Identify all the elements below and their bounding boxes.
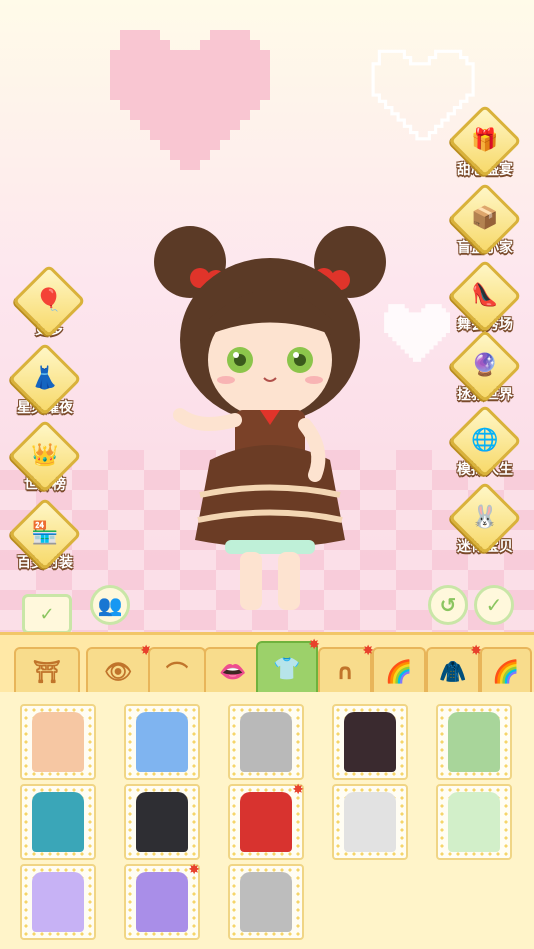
tab-background[interactable]: ⛩ — [14, 647, 80, 695]
category-tab-bar: ⛩ 👁 ✸ ⌒ 👄 👕 ✸ ∩ ✸ 🌈 🧥 ✸ 🌈 — [0, 632, 534, 695]
eye-tab-icon: 👁 — [104, 659, 132, 685]
shop-icon: 🏪 — [31, 521, 59, 546]
side-button-sweet-feast[interactable]: 🎁 甜心盛宴 — [446, 104, 524, 185]
cake-box-icon: 🎁 — [471, 128, 499, 153]
side-button-save-world[interactable]: 🔮 拯救世界 — [446, 329, 524, 410]
outfit-card[interactable] — [124, 704, 200, 780]
chevron-down-icon: ✓ — [39, 603, 55, 625]
tab-color[interactable]: 🌈 — [480, 647, 532, 695]
outfit-thumbnail — [136, 872, 188, 932]
tab-coat[interactable]: 🧥 ✸ — [426, 643, 482, 695]
outfit-card[interactable] — [228, 864, 304, 940]
outfit-card[interactable] — [20, 704, 96, 780]
color-tab-icon: 🌈 — [492, 659, 520, 685]
hair-color-tab-icon: 🌈 — [385, 659, 413, 685]
pixel-heart-decoration — [110, 30, 270, 170]
lips-tab-icon: 👄 — [219, 659, 247, 685]
outfit-thumbnail — [136, 712, 188, 772]
tab-hair[interactable]: ∩ ✸ — [318, 643, 374, 695]
side-button-ball-show[interactable]: 👠 舞会秀场 — [446, 259, 524, 340]
outfit-thumbnail — [32, 712, 84, 772]
outfit-card[interactable] — [332, 784, 408, 860]
outfit-card[interactable] — [436, 784, 512, 860]
balloons-icon: 🎈 — [35, 288, 63, 313]
friends-icon: 👥 — [97, 593, 123, 617]
new-star-icon: ✸ — [292, 782, 304, 798]
outfit-thumbnail — [344, 792, 396, 852]
outfit-thumbnail — [240, 792, 292, 852]
outfit-thumbnail — [448, 792, 500, 852]
tab-hair-color[interactable]: 🌈 — [372, 647, 426, 695]
checkmark-icon: ✓ — [485, 593, 503, 617]
collapse-panel-button[interactable]: ✓ — [22, 594, 72, 632]
side-button-world-ranking[interactable]: 👑 世界榜 — [6, 419, 84, 500]
outfit-thumbnail — [240, 712, 292, 772]
tab-outfit[interactable]: 👕 ✸ — [256, 637, 320, 695]
background-tab-icon: ⛩ — [33, 659, 61, 685]
side-button-more[interactable]: 🎈 更多 — [10, 264, 88, 345]
reset-button[interactable]: ↺ — [428, 585, 468, 625]
tab-eyebrows[interactable]: ⌒ — [148, 647, 206, 695]
outfit-card[interactable]: ✸ — [124, 862, 200, 940]
outfit-card[interactable] — [332, 704, 408, 780]
magic-circle-icon: 🔮 — [471, 353, 499, 378]
outfit-card[interactable]: ✸ — [228, 782, 304, 860]
outfit-thumbnail — [136, 792, 188, 852]
bunny-icon: 🐰 — [471, 505, 499, 530]
outfit-card[interactable] — [20, 864, 96, 940]
side-button-life-sim[interactable]: 🌐 模拟人生 — [446, 404, 524, 485]
new-star-icon: ✸ — [188, 862, 200, 878]
outfit-card[interactable] — [228, 704, 304, 780]
side-button-starlight-night[interactable]: 👗 星灵耀夜 — [6, 342, 84, 423]
crystal-ball-icon: 🌐 — [471, 428, 499, 453]
outfit-card[interactable] — [436, 704, 512, 780]
friends-button[interactable]: 👥 — [90, 585, 130, 625]
outfit-card[interactable] — [20, 784, 96, 860]
tab-lips[interactable]: 👄 — [204, 647, 262, 695]
confirm-button[interactable]: ✓ — [474, 585, 514, 625]
crown-icon: 👑 — [31, 443, 59, 468]
outfit-thumbnail — [344, 712, 396, 772]
side-button-fashion[interactable]: 🏪 百变时装 — [6, 497, 84, 578]
outfit-thumbnail — [32, 792, 84, 852]
coat-tab-icon: 🧥 — [439, 659, 467, 685]
outfit-thumbnail — [240, 872, 292, 932]
outfit-thumbnail — [448, 712, 500, 772]
outfit-tab-icon: 👕 — [273, 656, 301, 682]
eyebrow-tab-icon: ⌒ — [165, 662, 188, 687]
outfit-thumbnail — [32, 872, 84, 932]
tab-eyes[interactable]: 👁 ✸ — [86, 643, 152, 695]
side-button-blind-box[interactable]: 📦 盲盒小家 — [446, 182, 524, 263]
blind-box-icon: 📦 — [471, 206, 499, 231]
outfit-panel: ✸ ✸ — [0, 692, 534, 949]
dressup-stage: 🎈 更多 👗 星灵耀夜 👑 世界榜 🏪 百变时装 🎁 甜心盛宴 📦 盲盒小家 👠… — [0, 0, 534, 632]
high-heel-icon: 👠 — [471, 283, 499, 308]
side-button-mini-baby[interactable]: 🐰 迷你宝贝 — [446, 481, 524, 562]
dress-icon: 👗 — [31, 366, 59, 391]
outfit-card[interactable] — [124, 784, 200, 860]
reset-icon: ↺ — [439, 593, 457, 617]
hair-tab-icon: ∩ — [336, 659, 354, 685]
chibi-character[interactable] — [140, 220, 400, 620]
